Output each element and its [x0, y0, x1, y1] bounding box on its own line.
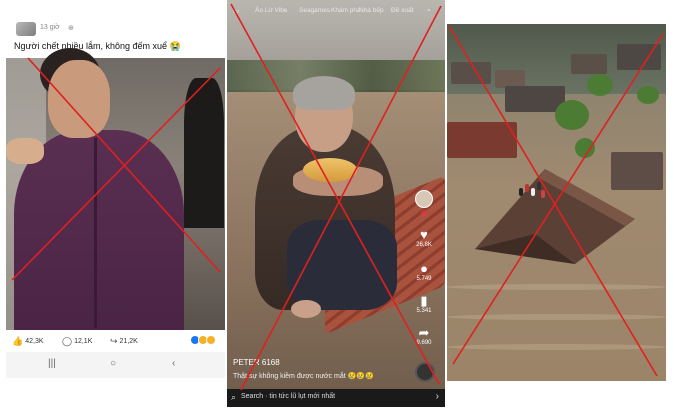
- creator-username[interactable]: PETER 6168: [233, 358, 280, 367]
- cry-reaction-icon: [206, 335, 216, 345]
- android-nav-bar: ||| ○ ‹: [6, 352, 225, 378]
- music-disc-icon[interactable]: [415, 362, 435, 382]
- bread: [303, 158, 357, 182]
- hand: [6, 138, 44, 164]
- woman-figure: [14, 130, 184, 340]
- house: [447, 122, 517, 158]
- grey-hair: [293, 76, 355, 110]
- like-count: 42,3K: [25, 338, 44, 345]
- comment-icon: ◯: [62, 336, 73, 346]
- thumbs-up-icon: 👍: [12, 336, 24, 346]
- globe-icon: ⊕: [68, 25, 74, 32]
- share-count: 21,2K: [119, 338, 138, 345]
- tab-ao-lu-vibe[interactable]: Ảo Lừ Vibe: [255, 7, 287, 14]
- search-icon: ⌕: [231, 392, 237, 402]
- water-ripple: [447, 344, 666, 350]
- engagement-bar: 👍 42,3K ◯ 12,1K ↪ 21,2K: [6, 330, 225, 352]
- house: [571, 54, 607, 74]
- live-icon[interactable]: ▭: [233, 7, 239, 15]
- water-ripple: [447, 284, 666, 290]
- elderly-woman-pants: [287, 220, 397, 310]
- post-header: 13 giờ ⊕ Người chết nhiều lắm, không đếm…: [6, 18, 225, 58]
- comment-button[interactable]: ◯ 12,1K: [62, 336, 92, 347]
- share-icon: ➦: [418, 325, 430, 340]
- house: [617, 44, 661, 70]
- woman-face: [48, 60, 110, 138]
- tree: [575, 138, 595, 158]
- flood-aerial-photo[interactable]: [447, 24, 666, 381]
- comment-count: 5.749: [416, 276, 432, 282]
- tiktok-video-panel: ▭ Ảo Lừ Vibe Seagames Khám phá Nhà bếp Đ…: [227, 0, 445, 407]
- jacket-zip: [94, 138, 97, 328]
- facebook-post-panel: 13 giờ ⊕ Người chết nhiều lắm, không đếm…: [6, 18, 225, 378]
- share-icon: ↪: [110, 336, 118, 346]
- post-time: 13 giờ: [40, 24, 60, 31]
- post-photo[interactable]: 🔇: [6, 48, 225, 359]
- comment-count: 12,1K: [74, 338, 93, 345]
- house: [451, 62, 491, 84]
- like-button[interactable]: 👍 42,3K: [12, 336, 44, 347]
- bookmark-icon: ▮: [420, 293, 428, 308]
- tree: [555, 100, 589, 130]
- creator-avatar[interactable]: ⊕: [411, 190, 437, 219]
- post-caption: Người chết nhiều lắm, không đếm xuể 😭: [14, 41, 181, 51]
- avatar[interactable]: [16, 22, 36, 36]
- background-person: [184, 78, 224, 228]
- related-search-bar[interactable]: ⌕ Search · tin tức lũ lụt mới nhất ›: [227, 389, 445, 407]
- submerged-house-roof: [475, 169, 635, 264]
- reaction-icons[interactable]: [190, 335, 216, 345]
- video-description: Thật sự không kiềm được nước mắt 😢😢😢: [233, 373, 374, 380]
- like-button[interactable]: ♥ 26,8K: [411, 227, 437, 249]
- action-rail: ⊕ ♥ 26,8K ● 5.749 ▮ 5.341 ➦ 9.690: [411, 0, 437, 407]
- people-on-roof: [519, 182, 545, 200]
- like-count: 26,8K: [416, 242, 432, 248]
- tab-nha-bep[interactable]: Nhà bếp: [359, 7, 384, 14]
- recent-apps-icon[interactable]: |||: [48, 358, 56, 369]
- tab-kham-pha[interactable]: Khám phá: [331, 7, 361, 14]
- share-button[interactable]: ↪ 21,2K: [110, 336, 138, 347]
- back-icon[interactable]: ‹: [172, 358, 175, 369]
- bare-feet: [291, 300, 321, 318]
- comment-icon: ●: [420, 261, 428, 276]
- bookmark-count: 5.341: [416, 308, 432, 314]
- home-icon[interactable]: ○: [110, 358, 116, 369]
- water-ripple: [447, 314, 666, 320]
- related-search-text: Search · tin tức lũ lụt mới nhất: [241, 393, 336, 400]
- chevron-right-icon: ›: [435, 391, 439, 402]
- share-button[interactable]: ➦ 9.690: [411, 325, 437, 347]
- bookmark-button[interactable]: ▮ 5.341: [411, 293, 437, 315]
- share-count: 9.690: [416, 340, 432, 346]
- tree: [587, 74, 613, 96]
- comment-button[interactable]: ● 5.749: [411, 261, 437, 283]
- tab-seagames[interactable]: Seagames: [299, 7, 330, 14]
- tree: [637, 86, 659, 104]
- follow-plus-icon[interactable]: ⊕: [411, 208, 437, 219]
- heart-icon: ♥: [420, 227, 428, 242]
